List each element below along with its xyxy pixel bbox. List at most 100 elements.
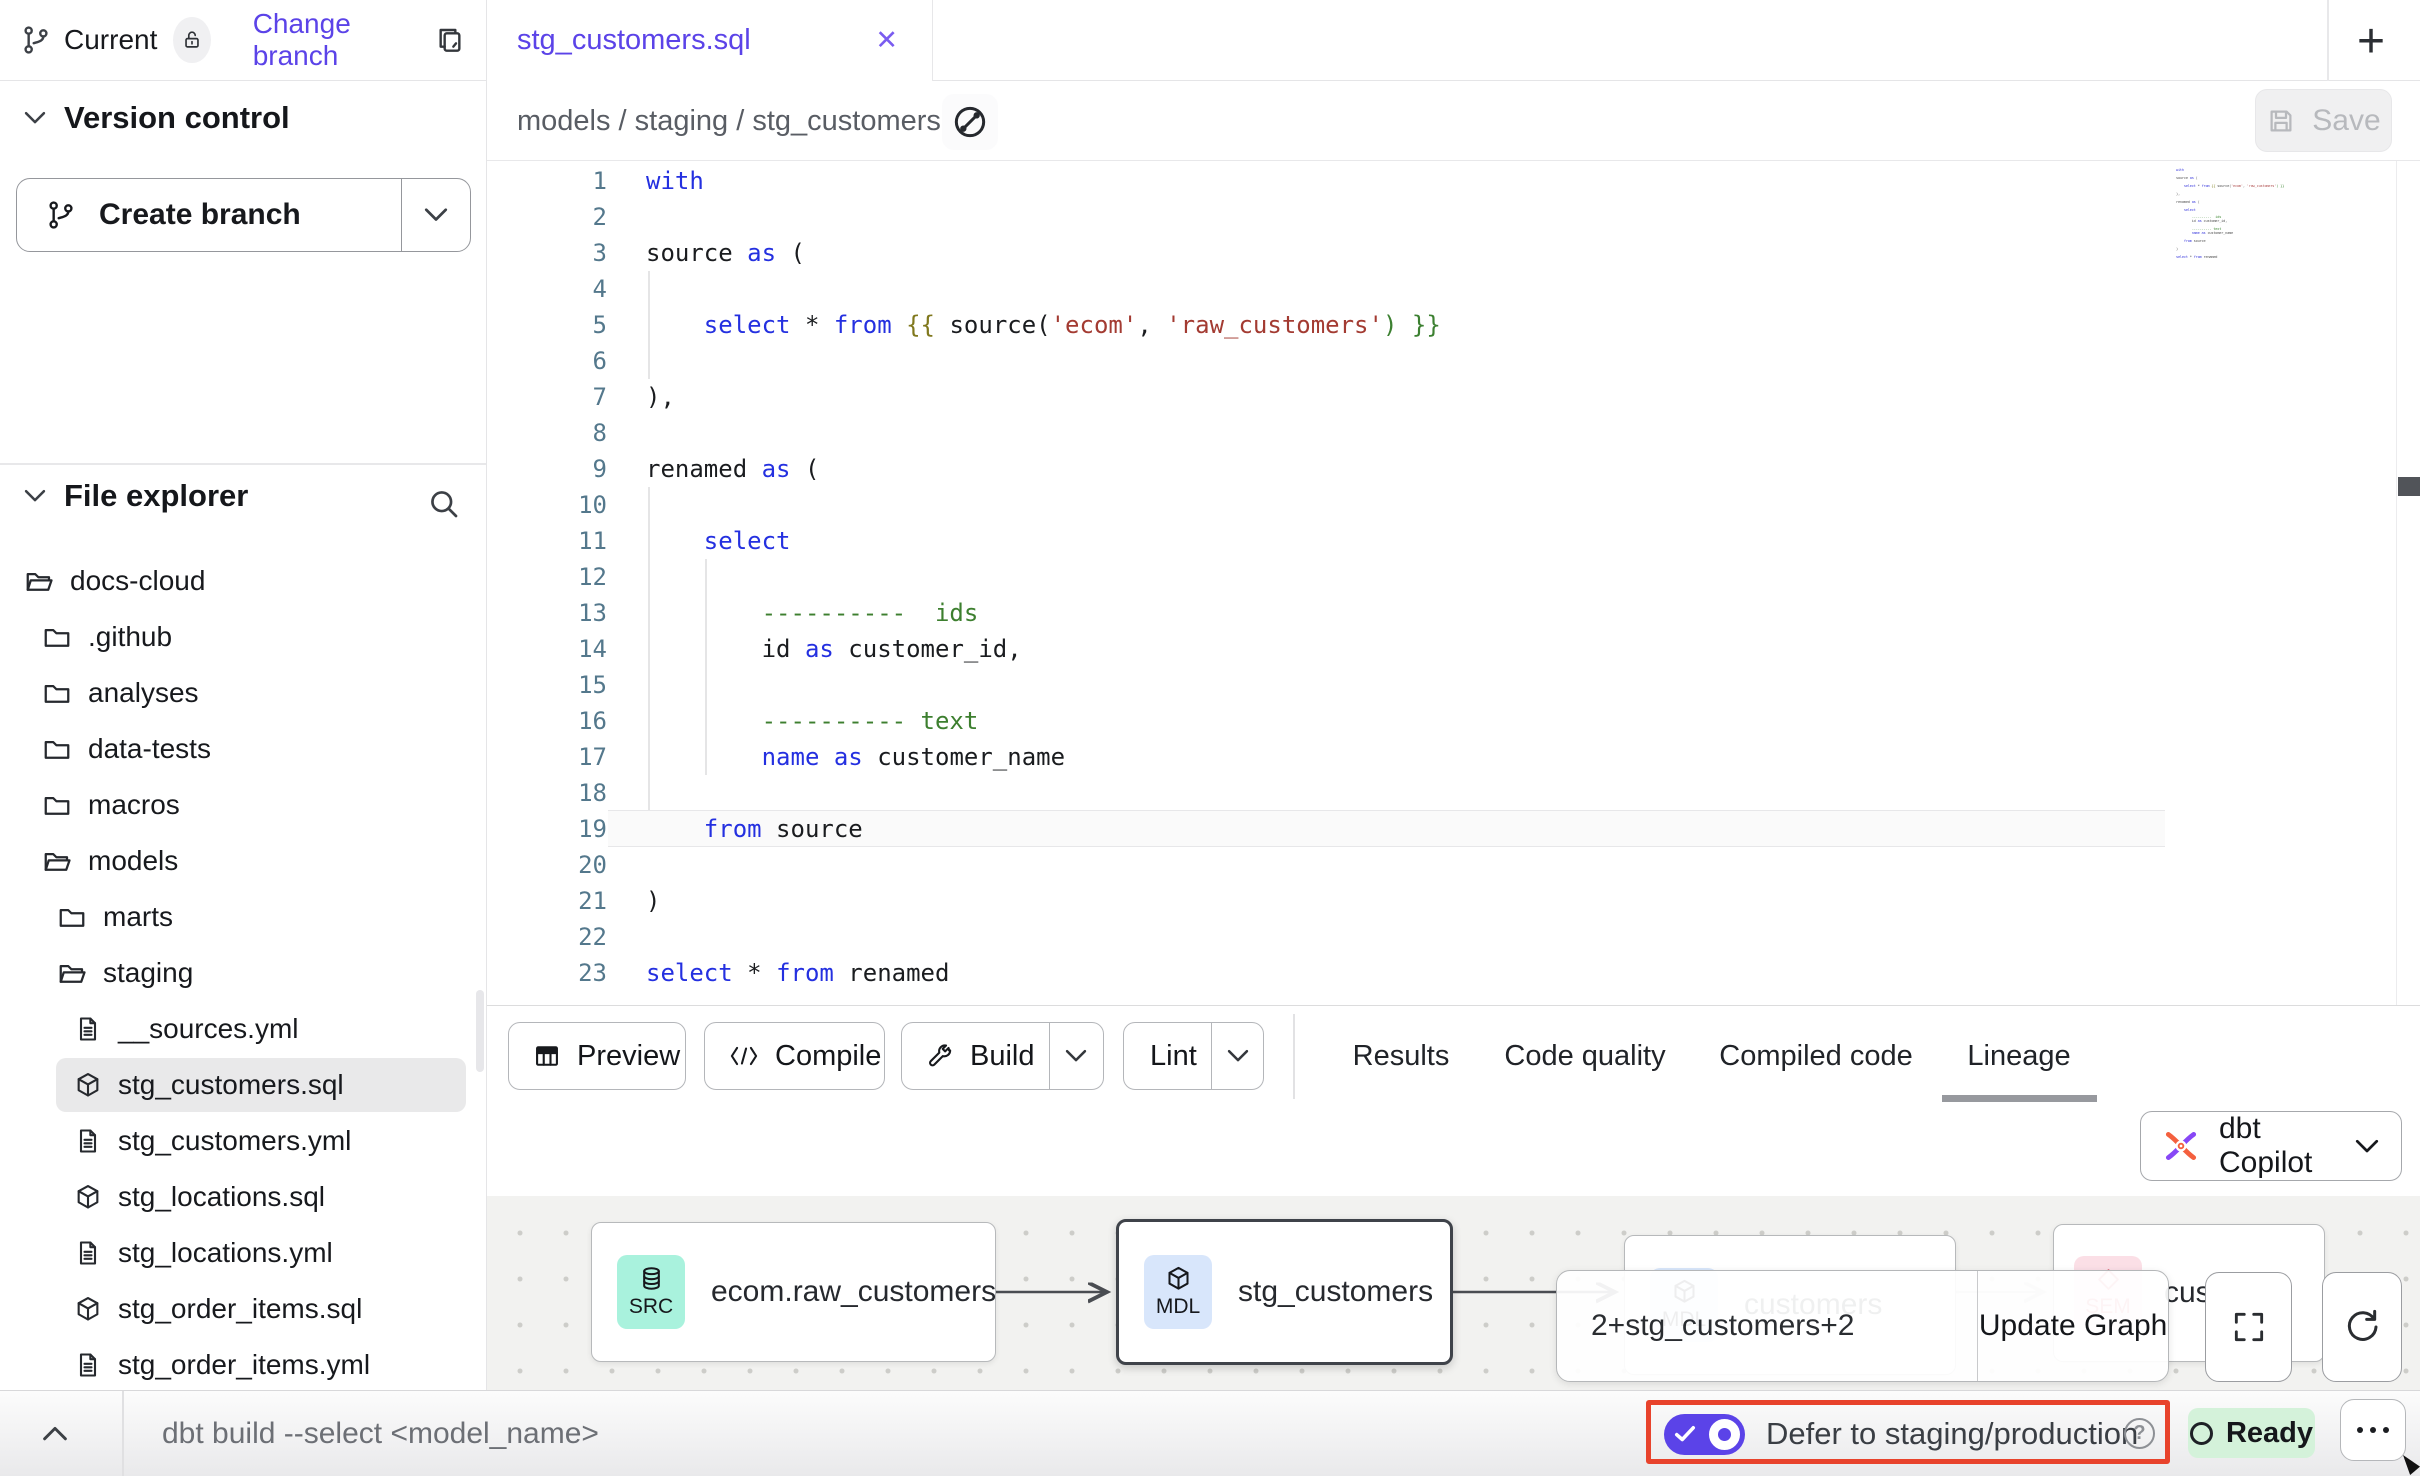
status-ring-icon bbox=[2190, 1422, 2213, 1445]
file-tree-item[interactable]: .github bbox=[0, 609, 486, 665]
node-label: cus bbox=[2164, 1276, 2211, 1310]
code-line[interactable]: 18 bbox=[487, 775, 2420, 811]
file-name: docs-cloud bbox=[70, 565, 205, 597]
active-tab-indicator bbox=[1942, 1095, 2097, 1102]
file-tree-item[interactable]: data-tests bbox=[0, 721, 486, 777]
code-line[interactable]: 2 bbox=[487, 199, 2420, 235]
file-tree-item[interactable]: stg_customers.sql bbox=[0, 1057, 486, 1113]
command-input[interactable] bbox=[162, 1409, 1042, 1459]
file-tree-item[interactable]: analyses bbox=[0, 665, 486, 721]
refresh-button[interactable] bbox=[2322, 1272, 2402, 1382]
code-line[interactable]: 7), bbox=[487, 379, 2420, 415]
defer-toggle[interactable] bbox=[1664, 1414, 1745, 1455]
file-tree-item[interactable]: docs-cloud bbox=[0, 553, 486, 609]
tab-compiled-code[interactable]: Compiled code bbox=[1719, 1006, 1912, 1107]
code-line[interactable]: 20 bbox=[487, 847, 2420, 883]
save-button[interactable]: Save bbox=[2255, 89, 2392, 152]
code-line[interactable]: 23select * from renamed bbox=[487, 955, 2420, 991]
lineage-compass-icon[interactable] bbox=[942, 94, 998, 150]
code-line[interactable]: 16 ---------- text bbox=[487, 703, 2420, 739]
file-explorer-title: File explorer bbox=[64, 478, 248, 514]
file-tree-item[interactable]: macros bbox=[0, 777, 486, 833]
file-tree-item[interactable]: stg_customers.yml bbox=[0, 1113, 486, 1169]
update-graph-button[interactable]: Update Graph bbox=[1978, 1271, 2168, 1381]
create-branch-main[interactable]: Create branch bbox=[17, 179, 401, 251]
folder-icon bbox=[42, 622, 72, 652]
code-line[interactable]: 11 select bbox=[487, 523, 2420, 559]
file-name: stg_locations.yml bbox=[118, 1237, 333, 1269]
doc-icon bbox=[74, 1015, 102, 1043]
code-line[interactable]: 13 ---------- ids bbox=[487, 595, 2420, 631]
create-branch-button[interactable]: Create branch bbox=[16, 178, 471, 252]
code-line[interactable]: 14 id as customer_id, bbox=[487, 631, 2420, 667]
lineage-filter-input[interactable] bbox=[1557, 1271, 1977, 1381]
file-tree-item[interactable]: marts bbox=[0, 889, 486, 945]
code-line[interactable]: 9renamed as ( bbox=[487, 451, 2420, 487]
file-tree-item[interactable]: models bbox=[0, 833, 486, 889]
copy-branch-icon[interactable] bbox=[434, 24, 466, 56]
fullscreen-button[interactable] bbox=[2205, 1272, 2292, 1382]
lineage-node-source[interactable]: SRC ecom.raw_customers bbox=[591, 1222, 996, 1362]
lint-dropdown[interactable] bbox=[1212, 1023, 1263, 1089]
doc-icon bbox=[74, 1351, 102, 1379]
code-line[interactable]: 1with bbox=[487, 163, 2420, 199]
code-line[interactable]: 12 bbox=[487, 559, 2420, 595]
preview-button[interactable]: Preview bbox=[508, 1022, 686, 1090]
lineage-canvas[interactable]: SRC ecom.raw_customers MDL stg_customers… bbox=[487, 1196, 2420, 1390]
lineage-node-stg-customers[interactable]: MDL stg_customers bbox=[1116, 1219, 1453, 1365]
folder-open-icon bbox=[24, 566, 54, 596]
wrench-icon bbox=[926, 1042, 954, 1070]
file-tree-item[interactable]: staging bbox=[0, 945, 486, 1001]
code-line[interactable]: 15 bbox=[487, 667, 2420, 703]
compile-button[interactable]: Compile bbox=[704, 1022, 885, 1090]
file-explorer-header[interactable]: File explorer bbox=[24, 478, 248, 514]
code-text: ), bbox=[646, 379, 675, 415]
build-dropdown[interactable] bbox=[1050, 1023, 1102, 1089]
tab-stg-customers-sql[interactable]: stg_customers.sql ✕ bbox=[487, 0, 933, 81]
build-label: Build bbox=[962, 1040, 1043, 1073]
file-tree-item[interactable]: stg_locations.yml bbox=[0, 1225, 486, 1281]
cube-icon bbox=[1165, 1265, 1192, 1292]
file-tree-item[interactable]: __sources.yml bbox=[0, 1001, 486, 1057]
line-number: 23 bbox=[487, 955, 607, 991]
chevron-up-icon[interactable] bbox=[34, 1417, 76, 1451]
chevron-down-icon bbox=[24, 111, 46, 125]
change-branch-link[interactable]: Change branch bbox=[253, 8, 408, 72]
help-icon[interactable]: ? bbox=[2124, 1418, 2155, 1449]
create-branch-dropdown[interactable] bbox=[402, 179, 470, 251]
code-editor[interactable]: with source as ( select * from {{ source… bbox=[487, 161, 2420, 1005]
file-tree-item[interactable]: stg_locations.sql bbox=[0, 1169, 486, 1225]
version-control-header[interactable]: Version control bbox=[24, 100, 290, 136]
build-button[interactable]: Build bbox=[901, 1022, 1104, 1090]
line-number: 16 bbox=[487, 703, 607, 739]
code-line[interactable]: 6 bbox=[487, 343, 2420, 379]
code-text: id as customer_id, bbox=[646, 631, 1022, 667]
git-branch-icon bbox=[20, 24, 52, 56]
file-name: marts bbox=[103, 901, 173, 933]
current-branch-label: Current bbox=[64, 24, 157, 56]
code-line[interactable]: 5 select * from {{ source('ecom', 'raw_c… bbox=[487, 307, 2420, 343]
file-tree-item[interactable]: stg_order_items.sql bbox=[0, 1281, 486, 1337]
more-options-button[interactable] bbox=[2340, 1399, 2406, 1461]
code-line[interactable]: 3source as ( bbox=[487, 235, 2420, 271]
search-icon[interactable] bbox=[426, 486, 462, 522]
code-line[interactable]: 10 bbox=[487, 487, 2420, 523]
tab-lineage[interactable]: Lineage bbox=[1967, 1006, 2070, 1107]
tab-code-quality[interactable]: Code quality bbox=[1504, 1006, 1665, 1107]
code-line[interactable]: 19 from source bbox=[487, 811, 2420, 847]
chevron-down-icon bbox=[2355, 1139, 2379, 1154]
dbt-copilot-button[interactable]: dbt Copilot bbox=[2140, 1111, 2402, 1181]
close-icon[interactable]: ✕ bbox=[875, 25, 898, 56]
file-tree-item[interactable]: stg_order_items.yml bbox=[0, 1337, 486, 1393]
tab-results[interactable]: Results bbox=[1353, 1006, 1450, 1107]
code-line[interactable]: 17 name as customer_name bbox=[487, 739, 2420, 775]
line-number: 3 bbox=[487, 235, 607, 271]
lint-button[interactable]: Lint bbox=[1123, 1022, 1264, 1090]
code-line[interactable]: 21) bbox=[487, 883, 2420, 919]
code-line[interactable]: 8 bbox=[487, 415, 2420, 451]
sidebar-scrollbar[interactable] bbox=[476, 990, 484, 1072]
new-tab-button[interactable]: + bbox=[2343, 14, 2399, 68]
code-line[interactable]: 4 bbox=[487, 271, 2420, 307]
code-line[interactable]: 22 bbox=[487, 919, 2420, 955]
badge-label: SRC bbox=[629, 1295, 673, 1319]
